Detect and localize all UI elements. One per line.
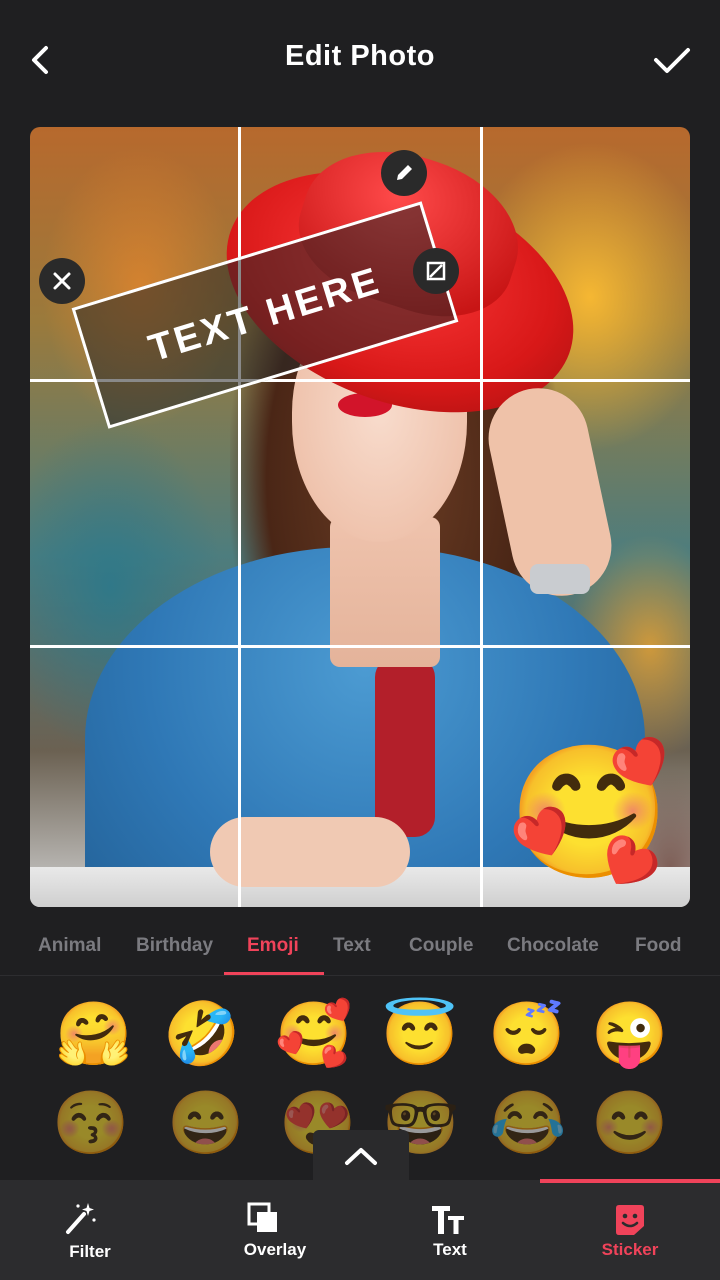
- emoji-item[interactable]: 😊: [590, 1084, 670, 1164]
- tab-chocolate[interactable]: Chocolate: [507, 935, 599, 957]
- sticker-edit-button[interactable]: [381, 150, 427, 196]
- close-icon: [53, 272, 71, 290]
- magic-wand-icon: [66, 1203, 96, 1234]
- bottom-toolbar: Filter Overlay Text Sticker: [0, 1180, 720, 1280]
- nav-text-label: Text: [433, 1240, 467, 1259]
- emoji-item[interactable]: 🥰: [274, 995, 354, 1075]
- active-tab-indicator: [224, 972, 324, 975]
- grid-line-horizontal: [30, 645, 690, 648]
- active-nav-indicator: [540, 1179, 720, 1183]
- chevron-up-icon: [345, 1148, 377, 1165]
- nav-text[interactable]: Text: [360, 1180, 540, 1280]
- nav-sticker-label: Sticker: [601, 1240, 659, 1259]
- emoji-item[interactable]: 😚: [51, 1084, 131, 1164]
- grid-line-vertical: [480, 127, 483, 907]
- photo-canvas[interactable]: TEXT HERE 🥰: [30, 127, 690, 907]
- emoji-item[interactable]: 🤗: [54, 995, 134, 1075]
- emoji-sticker[interactable]: 🥰: [508, 732, 670, 892]
- page-title: Edit Photo: [285, 40, 435, 72]
- text-sticker-label: TEXT HERE: [143, 259, 386, 370]
- pencil-icon: [397, 165, 412, 180]
- sticker-icon: [616, 1205, 644, 1235]
- tab-text[interactable]: Text: [333, 935, 371, 957]
- nav-overlay-label: Overlay: [243, 1240, 307, 1259]
- confirm-button[interactable]: [652, 40, 692, 80]
- emoji-item[interactable]: 😂: [488, 1084, 568, 1164]
- sticker-delete-button[interactable]: [39, 258, 85, 304]
- emoji-item[interactable]: 😴: [487, 995, 567, 1075]
- nav-overlay[interactable]: Overlay: [175, 1180, 355, 1280]
- checkmark-icon: [654, 48, 690, 73]
- resize-icon: [426, 261, 446, 281]
- photo-subject-top: [375, 657, 435, 837]
- sticker-category-tabs: Animal Birthday Emoji Text Couple Chocol…: [0, 915, 720, 976]
- nav-filter[interactable]: Filter: [0, 1180, 180, 1280]
- tab-couple[interactable]: Couple: [409, 935, 473, 957]
- tab-animal[interactable]: Animal: [38, 935, 101, 957]
- expand-panel-button[interactable]: [313, 1130, 409, 1182]
- emoji-item[interactable]: 🤣: [162, 995, 242, 1075]
- tab-emoji[interactable]: Emoji: [247, 935, 299, 957]
- tab-birthday[interactable]: Birthday: [136, 935, 213, 957]
- overlay-icon: [247, 1202, 277, 1232]
- nav-filter-label: Filter: [69, 1242, 111, 1261]
- emoji-item[interactable]: 😜: [590, 995, 670, 1075]
- nav-sticker[interactable]: Sticker: [540, 1180, 720, 1280]
- text-icon: [432, 1206, 464, 1234]
- sticker-resize-button[interactable]: [413, 248, 459, 294]
- tab-food[interactable]: Food: [635, 935, 681, 957]
- grid-line-vertical: [238, 127, 241, 907]
- emoji-item[interactable]: 😄: [166, 1084, 246, 1164]
- photo-subject-watch: [530, 564, 590, 594]
- emoji-item[interactable]: 😇: [380, 995, 460, 1075]
- header: Edit Photo: [0, 0, 720, 120]
